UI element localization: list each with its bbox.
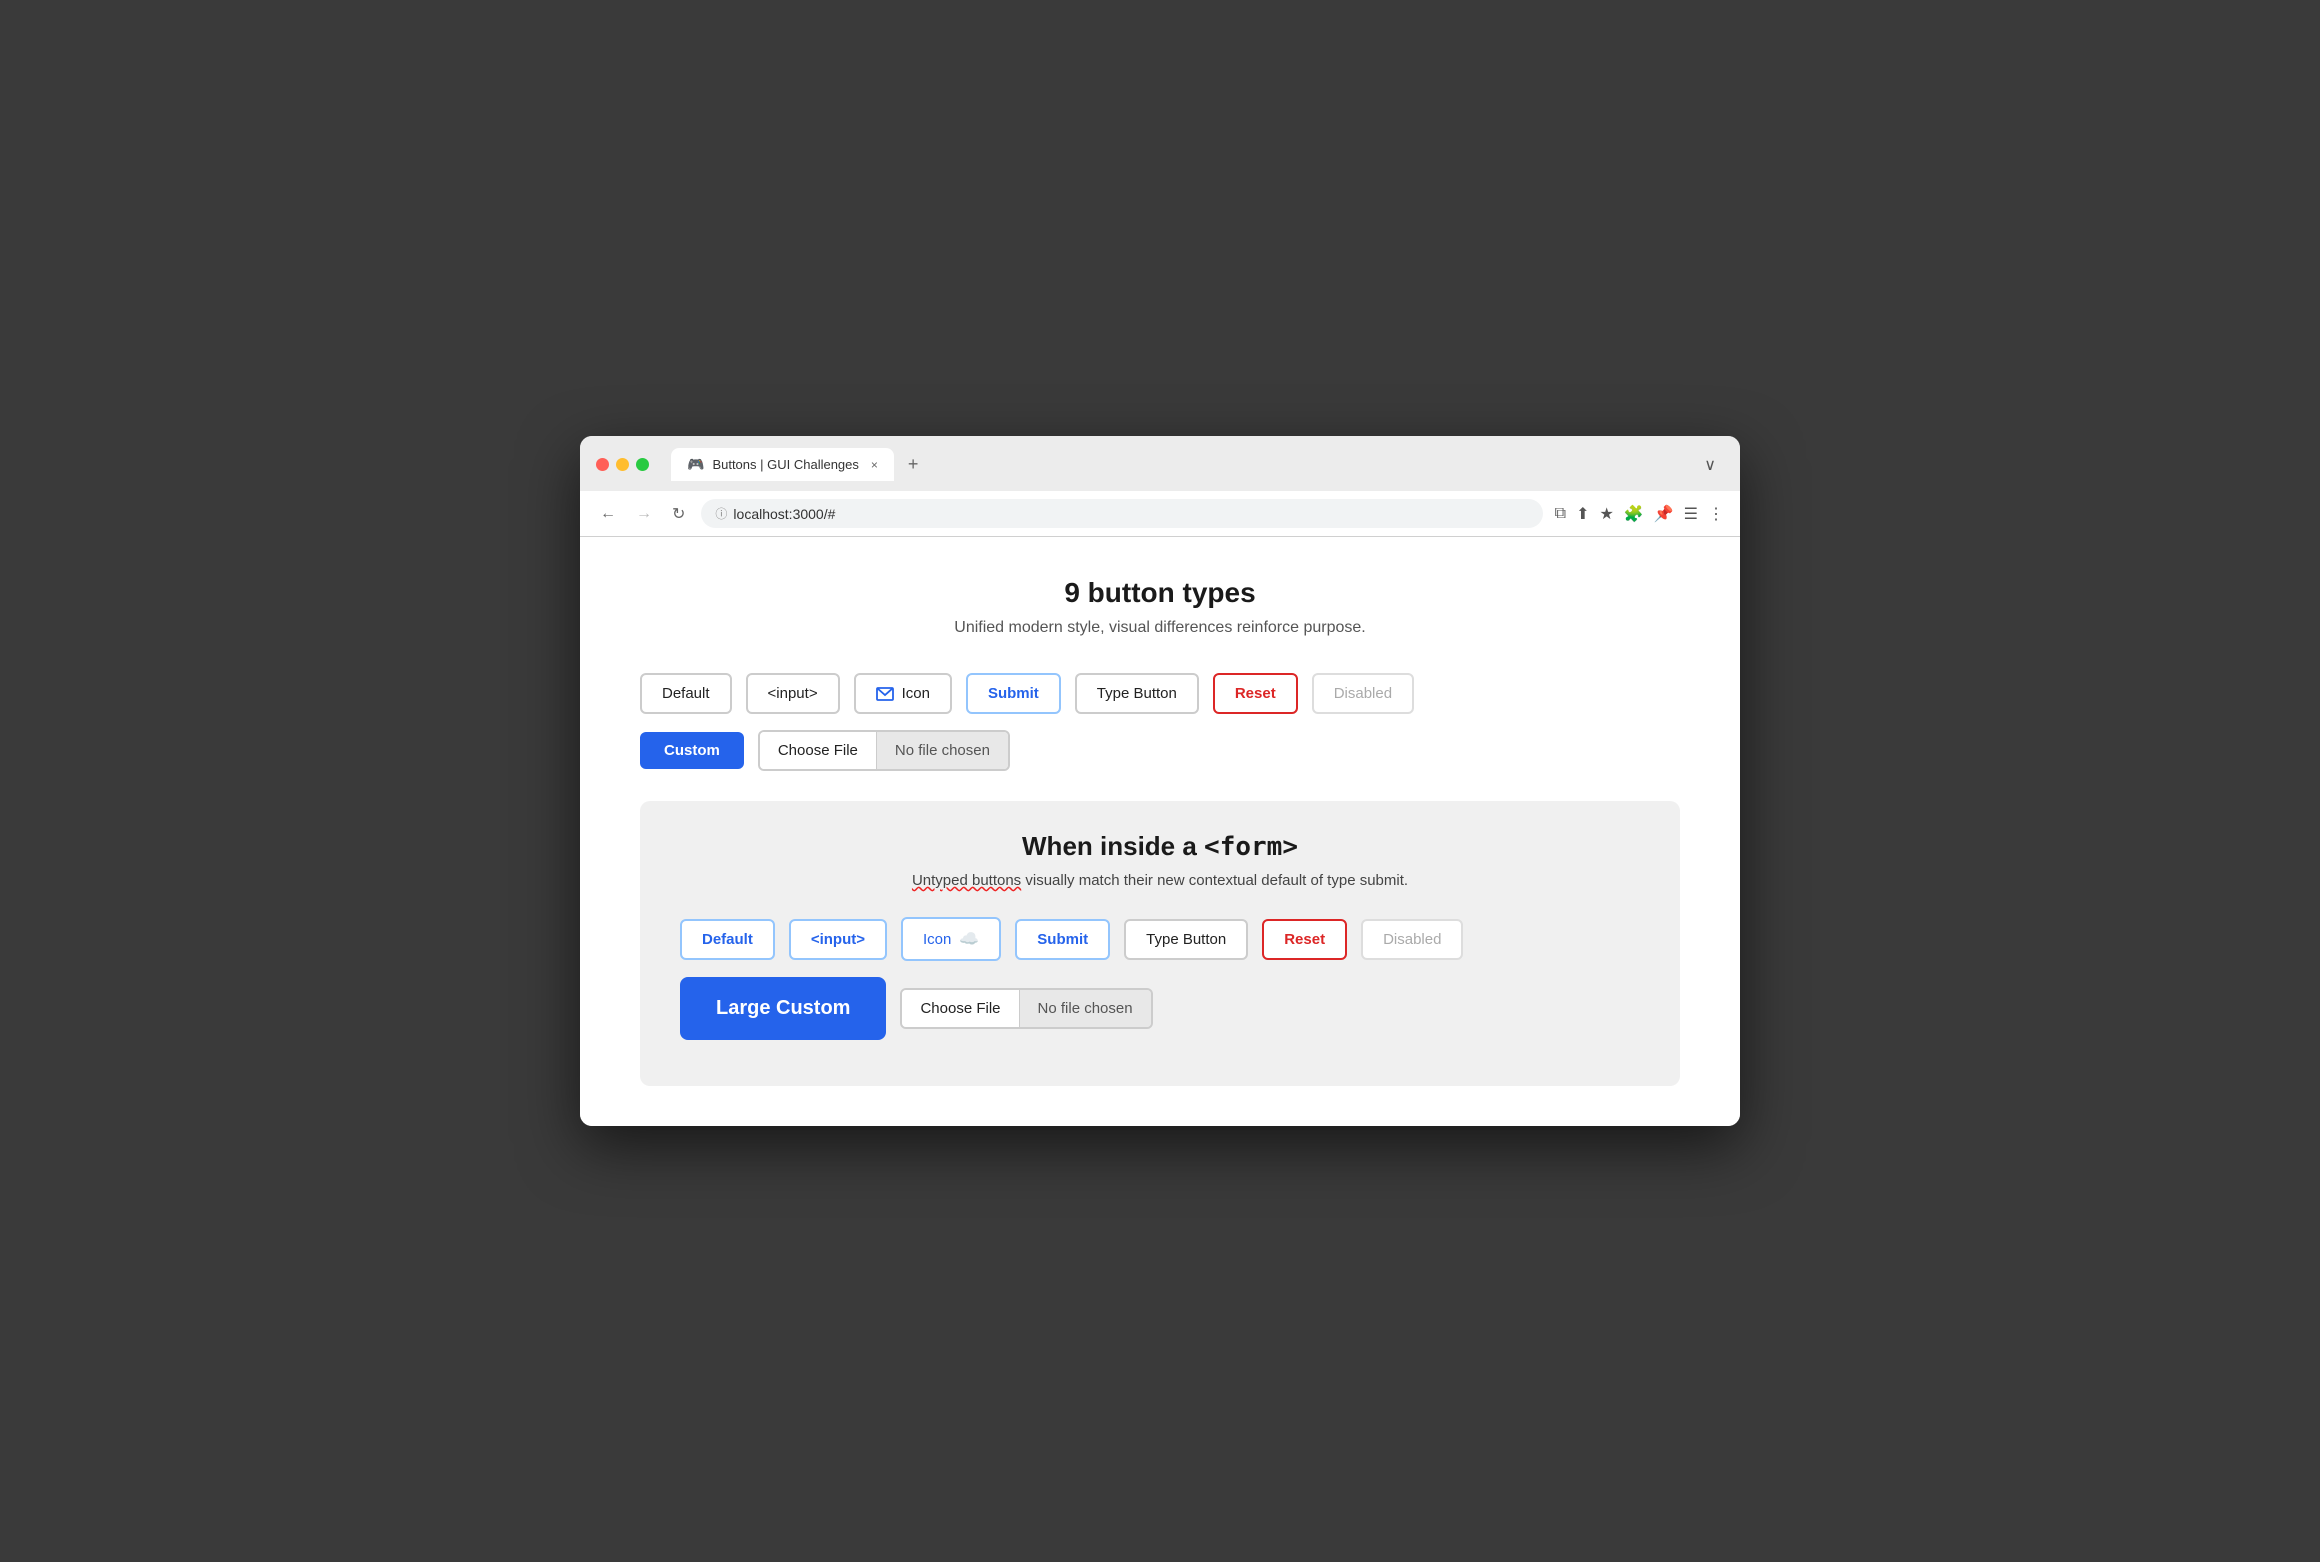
form-section: When inside a <form> Untyped buttons vis…	[640, 801, 1680, 1086]
form-reset-button[interactable]: Reset	[1262, 919, 1347, 960]
type-button[interactable]: Type Button	[1075, 673, 1199, 714]
custom-button-row: Custom Choose File No file chosen	[640, 730, 1680, 771]
url-text: localhost:3000/#	[733, 506, 835, 522]
disabled-button: Disabled	[1312, 673, 1414, 714]
url-security-icon: ⓘ	[715, 505, 727, 522]
address-bar: ← → ↻ ⓘ localhost:3000/# ⧉ ⬆ ★ 🧩 📌 ☰ ⋮	[580, 491, 1740, 537]
menu-icon[interactable]: ⋮	[1708, 504, 1724, 524]
envelope-icon	[876, 687, 894, 701]
maximize-button[interactable]	[636, 458, 649, 471]
active-tab[interactable]: 🎮 Buttons | GUI Challenges ×	[671, 448, 894, 481]
reload-button[interactable]: ↻	[668, 502, 689, 526]
title-bar: 🎮 Buttons | GUI Challenges × + ∨	[580, 436, 1740, 491]
input-button[interactable]: <input>	[746, 673, 840, 714]
external-link-icon[interactable]: ⧉	[1555, 505, 1566, 523]
tab-title: Buttons | GUI Challenges	[712, 457, 858, 472]
form-type-button[interactable]: Type Button	[1124, 919, 1248, 960]
file-input[interactable]: Choose File No file chosen	[758, 730, 1010, 771]
default-button[interactable]: Default	[640, 673, 732, 714]
file-no-chosen-text: No file chosen	[877, 732, 1008, 769]
tab-close-icon[interactable]: ×	[871, 458, 878, 472]
reset-button[interactable]: Reset	[1213, 673, 1298, 714]
form-disabled-button: Disabled	[1361, 919, 1463, 960]
browser-window: 🎮 Buttons | GUI Challenges × + ∨ ← → ↻ ⓘ…	[580, 436, 1740, 1126]
choose-file-button[interactable]: Choose File	[760, 732, 877, 769]
top-button-row: Default <input> Icon Submit Type Button …	[640, 673, 1680, 714]
back-button[interactable]: ←	[596, 503, 620, 525]
form-submit-button[interactable]: Submit	[1015, 919, 1110, 960]
close-button[interactable]	[596, 458, 609, 471]
pin-icon[interactable]: 📌	[1654, 504, 1674, 524]
tab-bar: 🎮 Buttons | GUI Challenges × +	[671, 448, 1686, 481]
extensions-icon[interactable]: 🧩	[1624, 504, 1644, 524]
form-icon-button[interactable]: Icon ☁️	[901, 917, 1001, 961]
custom-button[interactable]: Custom	[640, 732, 744, 769]
form-file-input[interactable]: Choose File No file chosen	[900, 988, 1152, 1029]
form-choose-file-button[interactable]: Choose File	[902, 990, 1019, 1027]
new-tab-button[interactable]: +	[898, 448, 929, 481]
page-title: 9 button types	[640, 577, 1680, 609]
form-file-no-chosen-text: No file chosen	[1020, 990, 1151, 1027]
form-top-button-row: Default <input> Icon ☁️ Submit Type Butt…	[680, 917, 1640, 961]
minimize-button[interactable]	[616, 458, 629, 471]
page-subtitle: Unified modern style, visual differences…	[640, 619, 1680, 637]
form-default-button[interactable]: Default	[680, 919, 775, 960]
sidebar-icon[interactable]: ☰	[1684, 504, 1698, 524]
form-input-button[interactable]: <input>	[789, 919, 887, 960]
window-controls	[596, 458, 649, 471]
cloud-icon: ☁️	[959, 929, 979, 949]
large-custom-button[interactable]: Large Custom	[680, 977, 886, 1040]
form-section-title: When inside a <form>	[680, 831, 1640, 862]
tab-favicon: 🎮	[687, 456, 704, 473]
window-menu-icon[interactable]: ∨	[1696, 451, 1724, 479]
icon-button[interactable]: Icon	[854, 673, 952, 714]
form-custom-row: Large Custom Choose File No file chosen	[680, 977, 1640, 1040]
form-section-subtitle: Untyped buttons visually match their new…	[680, 872, 1640, 889]
page-content: 9 button types Unified modern style, vis…	[580, 537, 1740, 1126]
bookmark-icon[interactable]: ★	[1599, 504, 1613, 524]
url-bar[interactable]: ⓘ localhost:3000/#	[701, 499, 1542, 528]
share-icon[interactable]: ⬆	[1576, 504, 1589, 524]
toolbar-icons: ⧉ ⬆ ★ 🧩 📌 ☰ ⋮	[1555, 504, 1724, 524]
submit-button[interactable]: Submit	[966, 673, 1061, 714]
forward-button[interactable]: →	[632, 503, 656, 525]
